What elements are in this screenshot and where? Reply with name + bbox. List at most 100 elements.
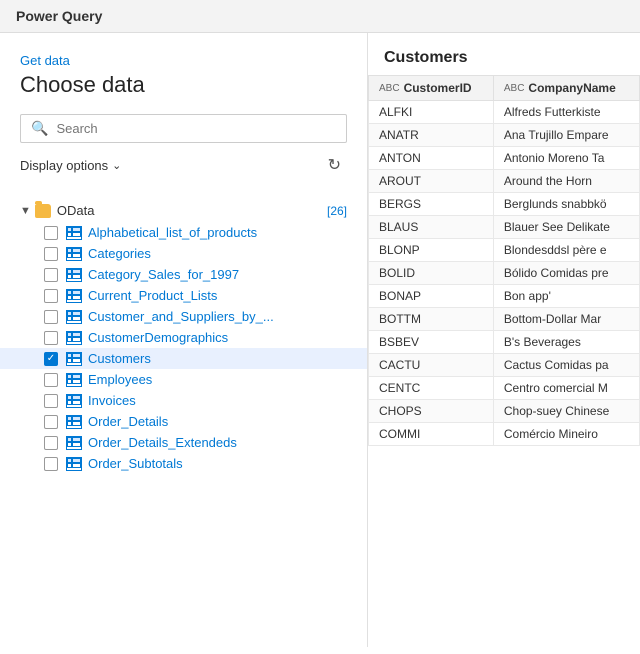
table-row: ANTONAntonio Moreno Ta — [369, 147, 640, 170]
item-label: Customers — [88, 351, 151, 366]
table-cell: BLONP — [369, 239, 494, 262]
table-row: CENTCCentro comercial M — [369, 377, 640, 400]
table-cell: Alfreds Futterkiste — [493, 101, 639, 124]
table-cell: COMMI — [369, 423, 494, 446]
folder-icon — [35, 204, 51, 218]
item-checkbox[interactable] — [44, 310, 58, 324]
table-cell: BERGS — [369, 193, 494, 216]
table-icon — [66, 457, 82, 471]
table-icon — [66, 394, 82, 408]
table-cell: BSBEV — [369, 331, 494, 354]
list-item[interactable]: Alphabetical_list_of_products — [0, 222, 367, 243]
table-cell: Ana Trujillo Empare — [493, 124, 639, 147]
list-item[interactable]: Category_Sales_for_1997 — [0, 264, 367, 285]
list-item[interactable]: Order_Details — [0, 411, 367, 432]
folder-arrow-icon: ▼ — [20, 205, 31, 217]
item-label: Alphabetical_list_of_products — [88, 225, 257, 240]
table-cell: ALFKI — [369, 101, 494, 124]
table-cell: Blondesddsl père e — [493, 239, 639, 262]
list-item[interactable]: Current_Product_Lists — [0, 285, 367, 306]
data-table: ABC CustomerID ABC CompanyName — [368, 75, 640, 446]
choose-data-title: Choose data — [20, 72, 347, 98]
left-top: Get data Choose data 🔍 Display options ⌄… — [0, 33, 367, 195]
item-checkbox[interactable] — [44, 415, 58, 429]
table-row: CACTUCactus Comidas pa — [369, 354, 640, 377]
search-box[interactable]: 🔍 — [20, 114, 347, 143]
col-label-companyname: CompanyName — [528, 81, 615, 95]
item-label: Invoices — [88, 393, 136, 408]
list-item[interactable]: Order_Details_Extendeds — [0, 432, 367, 453]
list-item[interactable]: CustomerDemographics — [0, 327, 367, 348]
item-label: Category_Sales_for_1997 — [88, 267, 239, 282]
item-checkbox[interactable] — [44, 373, 58, 387]
list-item[interactable]: Customer_and_Suppliers_by_... — [0, 306, 367, 327]
item-checkbox[interactable] — [44, 394, 58, 408]
left-panel: Get data Choose data 🔍 Display options ⌄… — [0, 33, 368, 647]
item-label: CustomerDemographics — [88, 330, 228, 345]
get-data-label: Get data — [20, 53, 347, 68]
table-row: ALFKIAlfreds Futterkiste — [369, 101, 640, 124]
odata-folder[interactable]: ▼ OData [26] — [0, 199, 367, 222]
tree-area: ▼ OData [26] Alphabetical_list_of_produc… — [0, 195, 367, 647]
app-title: Power Query — [16, 8, 102, 24]
table-cell: BOLID — [369, 262, 494, 285]
table-icon — [66, 310, 82, 324]
item-label: Order_Subtotals — [88, 456, 183, 471]
table-icon — [66, 289, 82, 303]
table-icon — [66, 226, 82, 240]
item-checkbox[interactable] — [44, 457, 58, 471]
item-checkbox[interactable] — [44, 247, 58, 261]
table-cell: ANTON — [369, 147, 494, 170]
table-cell: Bon app' — [493, 285, 639, 308]
table-row: BOTTMBottom-Dollar Mar — [369, 308, 640, 331]
item-checkbox[interactable] — [44, 226, 58, 240]
item-label: Current_Product_Lists — [88, 288, 217, 303]
table-cell: Centro comercial M — [493, 377, 639, 400]
list-item[interactable]: Customers — [0, 348, 367, 369]
table-header-row: ABC CustomerID ABC CompanyName — [369, 76, 640, 101]
item-label: Categories — [88, 246, 151, 261]
list-item[interactable]: Invoices — [0, 390, 367, 411]
table-icon — [66, 331, 82, 345]
list-item[interactable]: Order_Subtotals — [0, 453, 367, 474]
table-cell: Chop-suey Chinese — [493, 400, 639, 423]
table-row: CHOPSChop-suey Chinese — [369, 400, 640, 423]
table-icon — [66, 247, 82, 261]
table-icon — [66, 352, 82, 366]
table-cell: AROUT — [369, 170, 494, 193]
table-row: BSBEVB's Beverages — [369, 331, 640, 354]
display-options-label: Display options — [20, 158, 108, 173]
table-cell: B's Beverages — [493, 331, 639, 354]
header-bar: Power Query — [0, 0, 640, 33]
col-header-companyname: ABC CompanyName — [493, 76, 639, 101]
folder-count: [26] — [327, 204, 347, 218]
table-icon — [66, 415, 82, 429]
display-options-button[interactable]: Display options ⌄ — [20, 158, 121, 173]
table-cell: Around the Horn — [493, 170, 639, 193]
item-checkbox[interactable] — [44, 268, 58, 282]
item-checkbox[interactable] — [44, 436, 58, 450]
table-row: COMMIComércio Mineiro — [369, 423, 640, 446]
search-input[interactable] — [56, 121, 336, 136]
table-cell: BONAP — [369, 285, 494, 308]
table-cell: Bottom-Dollar Mar — [493, 308, 639, 331]
col-type-icon: ABC — [504, 83, 525, 94]
table-icon — [66, 268, 82, 282]
table-cell: CHOPS — [369, 400, 494, 423]
table-row: BOLIDBólido Comidas pre — [369, 262, 640, 285]
item-checkbox[interactable] — [44, 289, 58, 303]
table-cell: Berglunds snabbkö — [493, 193, 639, 216]
list-item[interactable]: Employees — [0, 369, 367, 390]
col-header-customerid: ABC CustomerID — [369, 76, 494, 101]
table-row: ANATRAna Trujillo Empare — [369, 124, 640, 147]
table-row: AROUTAround the Horn — [369, 170, 640, 193]
search-icon: 🔍 — [31, 120, 48, 137]
preview-title: Customers — [368, 33, 640, 75]
item-checkbox[interactable] — [44, 331, 58, 345]
table-cell: ANATR — [369, 124, 494, 147]
data-table-wrap[interactable]: ABC CustomerID ABC CompanyName — [368, 75, 640, 647]
item-checkbox[interactable] — [44, 352, 58, 366]
refresh-button[interactable]: ↻ — [322, 153, 347, 177]
main-layout: Get data Choose data 🔍 Display options ⌄… — [0, 33, 640, 647]
list-item[interactable]: Categories — [0, 243, 367, 264]
